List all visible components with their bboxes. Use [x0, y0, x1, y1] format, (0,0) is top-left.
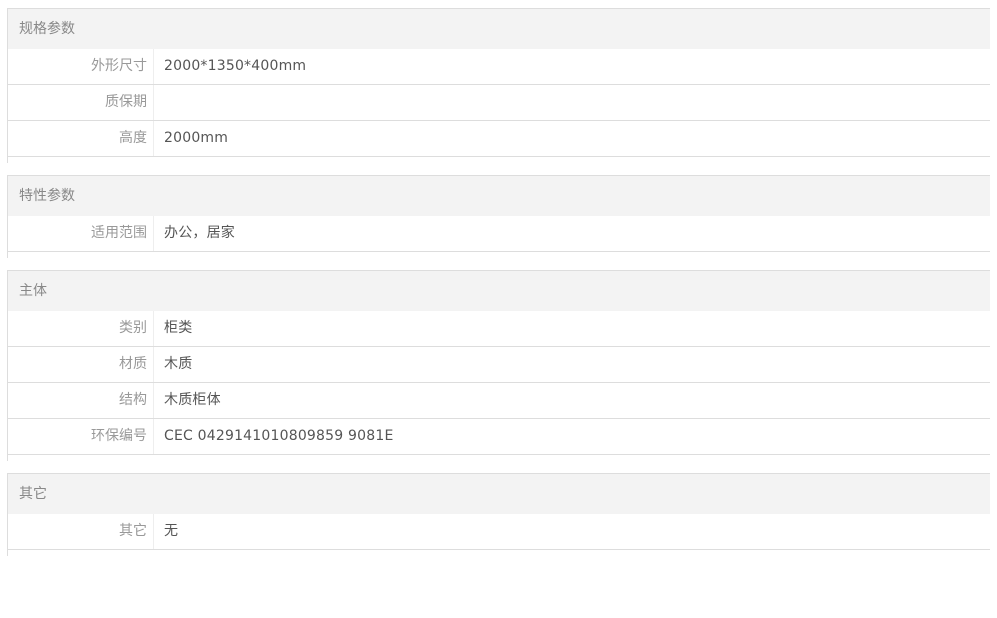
spec-row: 质保期: [8, 85, 990, 121]
spec-value: 木质柜体: [164, 392, 221, 408]
spec-label: 类别: [8, 311, 154, 346]
spec-value: 无: [164, 523, 179, 539]
spec-row: 环保编号 CEC 0429141010809859 9081E: [8, 419, 990, 455]
spec-value: [154, 85, 164, 120]
spec-row: 外形尺寸 2000*1350*400mm: [8, 49, 990, 85]
spec-group-other: 其它 其它 无: [7, 473, 990, 556]
spec-row: 适用范围 办公，居家: [8, 216, 990, 252]
spec-group-main-body: 主体 类别 柜类 材质 木质 结构 木质柜体 环保编号 CEC 04291410…: [7, 270, 990, 461]
spec-group-features: 特性参数 适用范围 办公，居家: [7, 175, 990, 258]
spec-row: 材质 木质: [8, 347, 990, 383]
spec-row: 其它 无: [8, 514, 990, 550]
spec-label: 质保期: [8, 85, 154, 120]
group-title: 规格参数: [8, 9, 990, 49]
group-title: 其它: [8, 474, 990, 514]
spec-value: 办公，居家: [164, 225, 235, 241]
group-title: 主体: [8, 271, 990, 311]
spec-label: 材质: [8, 347, 154, 382]
spec-value: 木质: [164, 356, 193, 372]
spec-value: 2000mm: [164, 130, 229, 146]
spec-value: CEC 0429141010809859 9081E: [164, 428, 394, 444]
spec-group-specifications: 规格参数 外形尺寸 2000*1350*400mm 质保期 高度 2000mm: [7, 8, 990, 163]
spec-row: 高度 2000mm: [8, 121, 990, 157]
group-title: 特性参数: [8, 176, 990, 216]
spec-label: 外形尺寸: [8, 49, 154, 84]
spec-row: 结构 木质柜体: [8, 383, 990, 419]
spec-label: 其它: [8, 514, 154, 549]
spec-value: 2000*1350*400mm: [164, 58, 307, 74]
spec-row: 类别 柜类: [8, 311, 990, 347]
spec-value: 柜类: [164, 320, 193, 336]
spec-label: 高度: [8, 121, 154, 156]
spec-label: 结构: [8, 383, 154, 418]
spec-label: 环保编号: [8, 419, 154, 454]
spec-label: 适用范围: [8, 216, 154, 251]
